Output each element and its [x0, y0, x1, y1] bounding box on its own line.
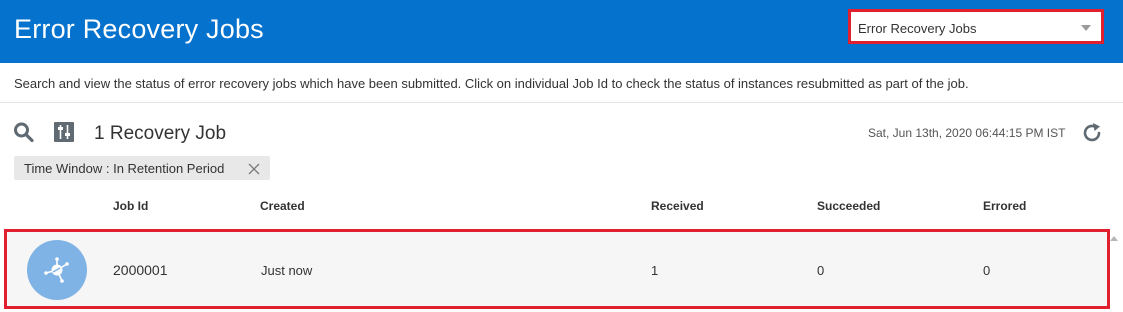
page-header: Error Recovery Jobs Error Recovery Jobs: [0, 0, 1123, 63]
job-id-link[interactable]: 2000001: [113, 262, 168, 278]
filter-icon[interactable]: [53, 122, 75, 142]
filter-chip: Time Window : In Retention Period: [14, 156, 270, 180]
scroll-up-arrow[interactable]: [1110, 236, 1118, 241]
column-header-created[interactable]: Created: [260, 199, 305, 213]
errored-value: 0: [983, 263, 991, 278]
table-row[interactable]: 2000001 Just now 1 0 0: [4, 229, 1110, 309]
filter-chip-label: Time Window : In Retention Period: [24, 161, 225, 176]
job-count: 1 Recovery Job: [94, 123, 227, 144]
created-value: Just now: [261, 263, 313, 278]
chevron-down-icon: [1081, 25, 1091, 31]
page-selector-dropdown[interactable]: Error Recovery Jobs: [848, 9, 1104, 44]
search-icon[interactable]: [13, 122, 35, 143]
close-icon[interactable]: [248, 162, 260, 175]
page-title: Error Recovery Jobs: [14, 14, 264, 44]
column-header-succeeded[interactable]: Succeeded: [817, 199, 880, 213]
page-description: Search and view the status of error reco…: [14, 76, 969, 91]
page-selector-value: Error Recovery Jobs: [858, 21, 977, 36]
divider: [0, 102, 1123, 103]
recovery-job-icon: [44, 257, 69, 283]
column-header-job-id[interactable]: Job Id: [113, 199, 148, 213]
received-value: 1: [651, 263, 659, 278]
succeeded-value: 0: [817, 263, 825, 278]
job-avatar: [27, 240, 87, 300]
column-header-received[interactable]: Received: [651, 199, 704, 213]
refresh-icon[interactable]: [1081, 122, 1103, 144]
column-header-errored[interactable]: Errored: [983, 199, 1026, 213]
last-refreshed-timestamp: Sat, Jun 13th, 2020 06:44:15 PM IST: [868, 126, 1066, 140]
